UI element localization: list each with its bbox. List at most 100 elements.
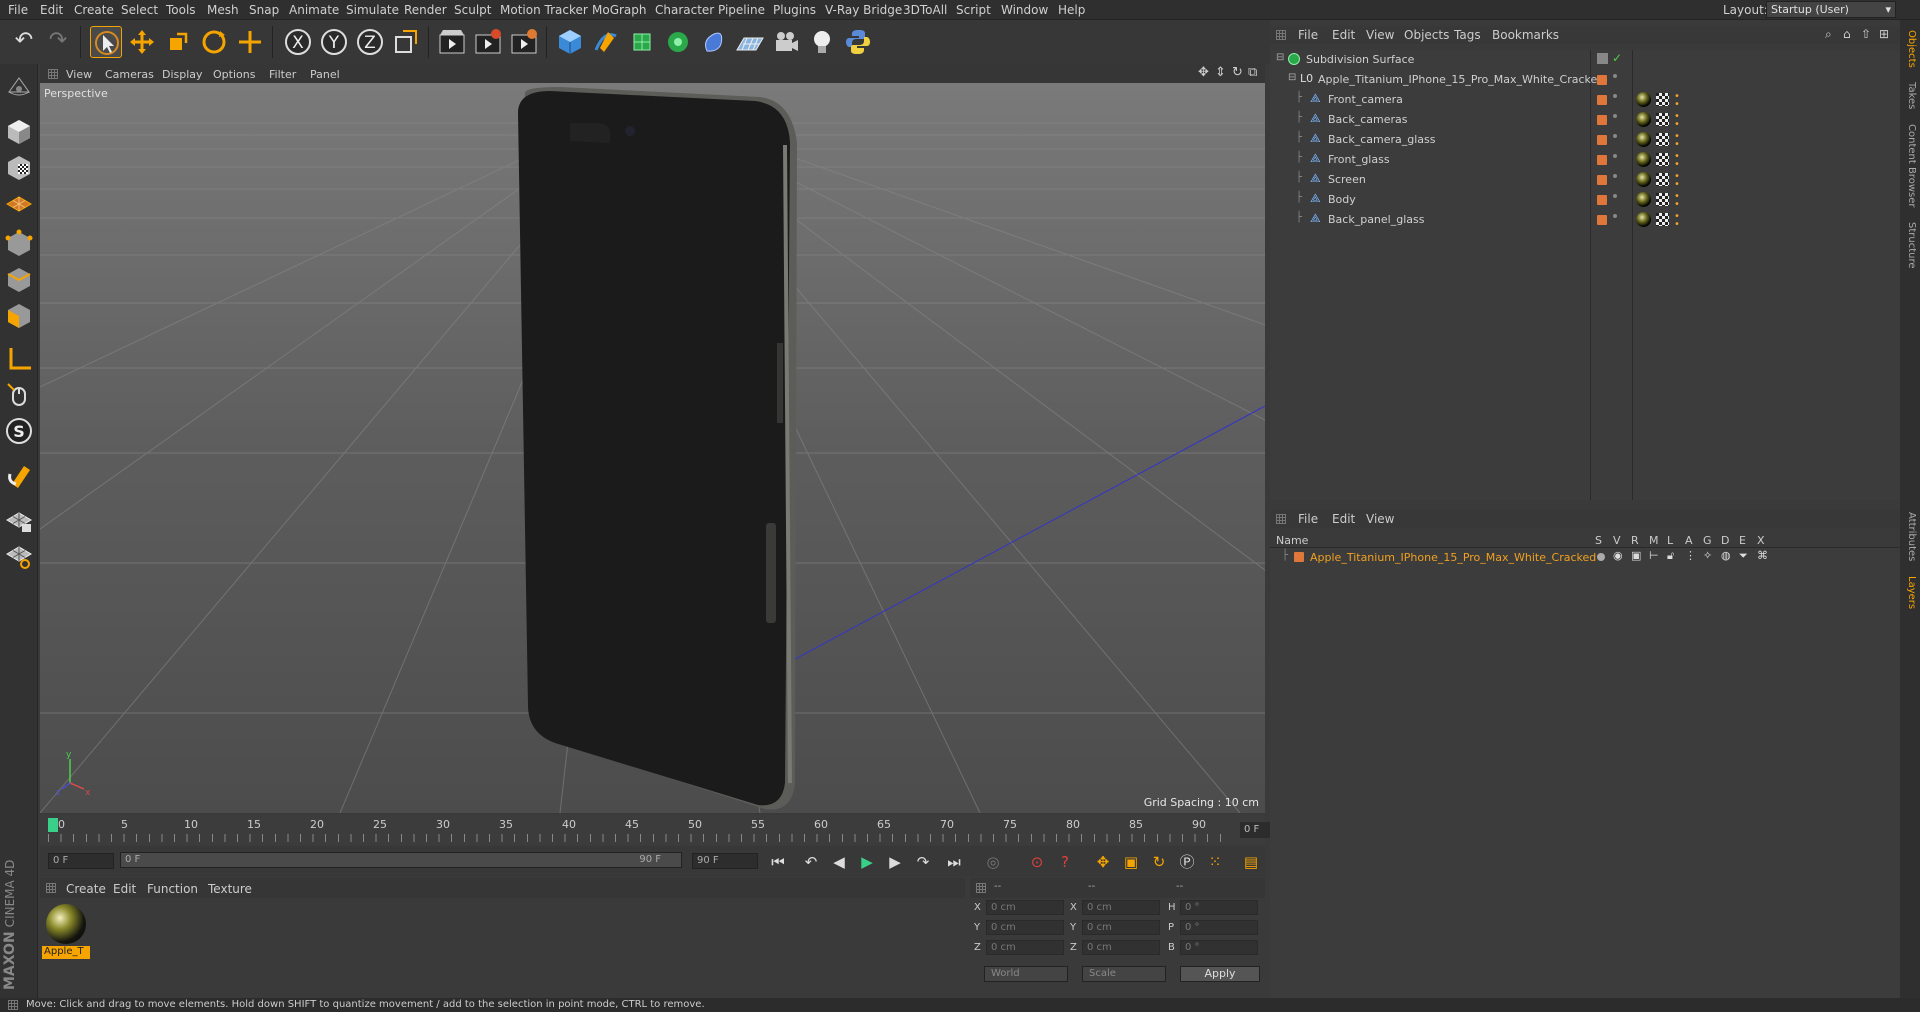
polygons-mode-icon[interactable] (4, 300, 34, 330)
layer-color-swatch[interactable] (1597, 155, 1607, 165)
phong-tag-icon[interactable]: • • (1674, 132, 1682, 150)
viewport-menu-options[interactable]: Options (213, 68, 255, 81)
object-menu-edit[interactable]: Edit (1332, 28, 1355, 42)
texture-tag-icon[interactable] (1656, 173, 1669, 186)
phong-tag-icon[interactable]: • • (1674, 212, 1682, 230)
menu-plugins[interactable]: Plugins (773, 3, 816, 17)
points-mode-icon[interactable] (4, 228, 34, 258)
menu-3dtoall[interactable]: 3DToAll (903, 3, 947, 17)
visibility-dot[interactable] (1613, 94, 1617, 98)
autokey-icon[interactable]: ⊙ (1026, 851, 1048, 873)
render-view-icon[interactable] (436, 26, 468, 58)
object-row[interactable]: ├ ⟁ Front_camera • • (1270, 90, 1900, 110)
material-menu-create[interactable]: Create (66, 882, 106, 896)
object-row[interactable]: ├ ⟁ Body • • (1270, 190, 1900, 210)
go-to-end-icon[interactable]: ⏭ (943, 851, 965, 873)
redo-icon[interactable]: ↷ (42, 26, 74, 58)
timeline-ruler[interactable]: 0 5 10 15 20 25 30 35 40 45 50 55 60 65 70 75 80 85 90 0 F (40, 815, 1304, 845)
object-row-subdivision-surface[interactable]: ⊟ Subdivision Surface ✓ (1270, 50, 1900, 70)
object-row-iphone-null[interactable]: ⊟ L0 Apple_Titanium_IPhone_15_Pro_Max_Wh… (1270, 70, 1900, 90)
solo-toggle-icon[interactable] (1597, 553, 1605, 561)
object-menu-objects[interactable]: Objects (1404, 28, 1449, 42)
object-menu-tags[interactable]: Tags (1454, 28, 1481, 42)
workplane-icon[interactable] (4, 188, 34, 218)
render-camera-icon[interactable]: ▣ (1631, 549, 1641, 562)
viewport-menu-filter[interactable]: Filter (269, 68, 296, 81)
viewport-menu-display[interactable]: Display (162, 68, 203, 81)
object-row[interactable]: ├ ⟁ Front_glass • • (1270, 150, 1900, 170)
menu-simulate[interactable]: Simulate (346, 3, 399, 17)
object-row[interactable]: ├ ⟁ Back_panel_glass • • (1270, 210, 1900, 230)
apply-button[interactable]: Apply (1180, 966, 1260, 982)
material-preview[interactable] (46, 904, 86, 944)
keyframe-selection-icon[interactable]: ? (1054, 851, 1076, 873)
cloner-icon[interactable] (662, 26, 694, 58)
material-tag-icon[interactable] (1636, 132, 1651, 147)
coordinate-space-dropdown[interactable]: World (984, 966, 1068, 982)
layer-color-swatch[interactable] (1597, 195, 1607, 205)
camera-icon[interactable] (770, 26, 802, 58)
menu-mesh[interactable]: Mesh (207, 3, 239, 17)
texture-tag-icon[interactable] (1656, 93, 1669, 106)
edges-mode-icon[interactable] (4, 264, 34, 294)
texture-tag-icon[interactable] (1656, 193, 1669, 206)
x-axis-icon[interactable]: X (282, 26, 314, 58)
snap-icon[interactable]: S (4, 416, 34, 446)
menu-character[interactable]: Character (655, 3, 714, 17)
z-axis-icon[interactable]: Z (354, 26, 386, 58)
layer-color-swatch[interactable] (1597, 53, 1608, 64)
recent-tool-icon[interactable] (234, 26, 266, 58)
object-row[interactable]: ├ ⟁ Back_camera_glass • • (1270, 130, 1900, 150)
phong-tag-icon[interactable]: • • (1674, 192, 1682, 210)
position-y-field[interactable]: 0 cm (986, 920, 1064, 935)
texture-tag-icon[interactable] (1656, 133, 1669, 146)
viewport-menu-view[interactable]: View (66, 68, 92, 81)
menu-script[interactable]: Script (956, 3, 991, 17)
tweak-mode-icon[interactable] (4, 380, 34, 410)
tab-structure[interactable]: Structure (1906, 222, 1917, 269)
python-icon[interactable] (842, 26, 874, 58)
subdivision-icon[interactable] (626, 26, 658, 58)
material-menu-function[interactable]: Function (147, 882, 198, 896)
key-scale-icon[interactable]: ▣ (1120, 851, 1142, 873)
material-name[interactable]: Apple_T (42, 946, 90, 959)
workplane-lock-icon[interactable] (4, 504, 34, 534)
deformer-icon[interactable]: ◍ (1721, 549, 1731, 562)
expression-icon[interactable]: ⏷ (1739, 549, 1748, 563)
menu-sculpt[interactable]: Sculpt (454, 3, 491, 17)
rotation-h-field[interactable]: 0 ° (1180, 900, 1258, 915)
menu-create[interactable]: Create (74, 3, 114, 17)
texture-tag-icon[interactable] (1656, 113, 1669, 126)
phong-tag-icon[interactable]: • • (1674, 152, 1682, 170)
rotation-p-field[interactable]: 0 ° (1180, 920, 1258, 935)
scale-icon[interactable] (162, 26, 194, 58)
layer-color-swatch[interactable] (1597, 75, 1607, 85)
object-menu-bookmarks[interactable]: Bookmarks (1492, 28, 1559, 42)
live-selection-icon[interactable] (90, 26, 122, 58)
size-z-field[interactable]: 0 cm (1082, 940, 1160, 955)
menu-file[interactable]: File (8, 3, 28, 17)
object-row[interactable]: ├ ⟁ Screen • • (1270, 170, 1900, 190)
layer-color-swatch[interactable] (1597, 175, 1607, 185)
object-name[interactable]: Subdivision Surface (1306, 53, 1414, 66)
go-to-start-icon[interactable]: ⏮ (767, 851, 789, 873)
deformer-icon[interactable] (698, 26, 730, 58)
visibility-dot[interactable] (1613, 154, 1617, 158)
object-menu-view[interactable]: View (1366, 28, 1394, 42)
y-axis-icon[interactable]: Y (318, 26, 350, 58)
move-view-icon[interactable]: ✥ (1198, 65, 1209, 80)
key-parameter-icon[interactable]: Ⓟ (1176, 851, 1198, 873)
material-menu-texture[interactable]: Texture (208, 882, 252, 896)
size-y-field[interactable]: 0 cm (1082, 920, 1160, 935)
key-position-icon[interactable]: ✥ (1092, 851, 1114, 873)
menu-edit[interactable]: Edit (40, 3, 63, 17)
next-key-icon[interactable]: ↷ (912, 851, 934, 873)
tab-layers[interactable]: Layers (1906, 576, 1917, 609)
texture-tag-icon[interactable] (1656, 153, 1669, 166)
generator-icon[interactable]: ✧ (1703, 549, 1712, 562)
home-icon[interactable]: ⌂ (1843, 27, 1851, 41)
play-forward-icon[interactable]: ▶ (856, 851, 878, 873)
object-name[interactable]: Back_cameras (1328, 113, 1407, 126)
xref-icon[interactable]: ⌘ (1757, 549, 1768, 562)
key-rotation-icon[interactable]: ↻ (1148, 851, 1170, 873)
